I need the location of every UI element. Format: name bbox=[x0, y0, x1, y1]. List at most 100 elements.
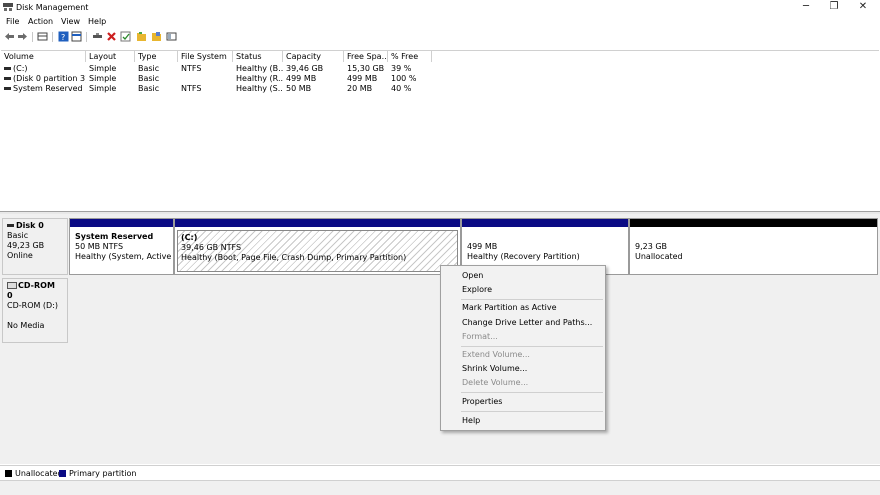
partition-title bbox=[635, 232, 872, 242]
partition-bar bbox=[630, 219, 877, 227]
type-cell: Basic bbox=[138, 84, 160, 93]
partition-body: 9,23 GB Unallocated bbox=[632, 230, 875, 272]
folder-icon[interactable] bbox=[136, 31, 147, 42]
menu-item-shrink-volume[interactable]: Shrink Volume... bbox=[442, 362, 604, 376]
column-status[interactable]: Status bbox=[233, 51, 283, 62]
volume-list-header: Volume Layout Type File System Status Ca… bbox=[1, 51, 879, 62]
partition-c[interactable]: (C:) 39,46 GB NTFS Healthy (Boot, Page F… bbox=[174, 218, 461, 275]
partition-system-reserved[interactable]: System Reserved 50 MB NTFS Healthy (Syst… bbox=[69, 218, 174, 275]
menu-item-format: Format... bbox=[462, 332, 498, 341]
column-percent-free[interactable]: % Free bbox=[388, 51, 432, 62]
menu-action[interactable]: Action bbox=[28, 17, 53, 26]
menu-item-explore[interactable]: Explore bbox=[442, 283, 604, 297]
context-menu: Open Explore Mark Partition as Active Ch… bbox=[440, 265, 606, 431]
partition-size: 9,23 GB bbox=[635, 242, 668, 251]
close-button[interactable]: ✕ bbox=[853, 1, 873, 13]
disk-type: Basic bbox=[7, 231, 29, 240]
free-space-cell: 20 MB bbox=[347, 84, 373, 93]
status-bar bbox=[0, 480, 880, 495]
capacity-cell: 50 MB bbox=[286, 84, 312, 93]
menu-separator bbox=[461, 299, 603, 300]
restore-button[interactable]: ❐ bbox=[824, 1, 844, 13]
menu-separator bbox=[461, 392, 603, 393]
legend-primary-partition: Primary partition bbox=[69, 469, 137, 478]
volume-name-cell: System Reserved bbox=[1, 83, 86, 94]
toolbar: ? bbox=[0, 29, 880, 45]
partition-bar bbox=[462, 219, 628, 227]
partition-size: 499 MB bbox=[467, 242, 498, 251]
volume-icon bbox=[4, 87, 11, 90]
column-type[interactable]: Type bbox=[135, 51, 178, 62]
menu-item-mark-active[interactable]: Mark Partition as Active bbox=[442, 301, 604, 315]
disk-name: Disk 0 bbox=[7, 221, 63, 231]
cdrom-name: CD-ROM 0 bbox=[7, 281, 55, 300]
percent-free-cell: 40 % bbox=[391, 84, 412, 93]
toolbar-separator bbox=[86, 32, 87, 42]
toolbar-separator bbox=[32, 32, 33, 42]
column-layout[interactable]: Layout bbox=[86, 51, 135, 62]
volume-name: (C:) bbox=[13, 64, 28, 73]
disk-icon bbox=[7, 224, 14, 227]
partition-title: (C:) bbox=[181, 233, 198, 242]
svg-text:?: ? bbox=[61, 33, 65, 42]
partition-status: Healthy (Boot, Page File, Crash Dump, Pr… bbox=[181, 253, 407, 262]
disk-state: Online bbox=[7, 251, 33, 260]
partition-bar bbox=[70, 219, 173, 227]
title-bar: Disk Management ─ ❐ ✕ bbox=[0, 0, 880, 15]
partition-bar bbox=[175, 219, 460, 227]
partition-title: System Reserved bbox=[75, 232, 154, 241]
partition-unallocated[interactable]: 9,23 GB Unallocated bbox=[629, 218, 878, 275]
back-arrow-icon[interactable] bbox=[4, 31, 15, 42]
partition-body: System Reserved 50 MB NTFS Healthy (Syst… bbox=[72, 230, 171, 272]
volume-icon bbox=[4, 77, 11, 80]
forward-arrow-icon[interactable] bbox=[17, 31, 28, 42]
column-free-space[interactable]: Free Spa... bbox=[344, 51, 388, 62]
disk-management-window: Disk Management ─ ❐ ✕ File Action View H… bbox=[0, 0, 880, 495]
settings-panel-icon[interactable] bbox=[166, 31, 177, 42]
cdrom-media: No Media bbox=[7, 321, 45, 330]
partition-status: Healthy (System, Active, Prir bbox=[75, 252, 171, 261]
help-icon[interactable]: ? bbox=[58, 31, 69, 42]
menu-file[interactable]: File bbox=[6, 17, 19, 26]
partition-size: 39,46 GB NTFS bbox=[181, 243, 242, 252]
menu-item-help[interactable]: Help bbox=[442, 414, 604, 428]
menu-view[interactable]: View bbox=[61, 17, 80, 26]
menu-item-open[interactable]: Open bbox=[442, 269, 604, 283]
cdrom-drive: CD-ROM (D:) bbox=[7, 301, 59, 310]
minimize-button[interactable]: ─ bbox=[796, 1, 816, 13]
partition-size: 50 MB NTFS bbox=[75, 242, 124, 251]
column-volume[interactable]: Volume bbox=[1, 51, 86, 62]
cdrom-0-label[interactable]: CD-ROM 0 CD-ROM (D:) No Media bbox=[2, 278, 68, 343]
status-cell: Healthy (S... bbox=[236, 84, 283, 93]
menu-item-change-drive-letter[interactable]: Change Drive Letter and Paths... bbox=[442, 316, 604, 330]
disk-0-label[interactable]: Disk 0 Basic 49,23 GB Online bbox=[2, 218, 68, 275]
column-file-system[interactable]: File System bbox=[178, 51, 233, 62]
layout-cell: Simple bbox=[89, 84, 117, 93]
menu-item-delete-volume: Delete Volume... bbox=[462, 378, 529, 387]
properties-icon[interactable] bbox=[71, 31, 82, 42]
disk-list-icon[interactable] bbox=[37, 31, 48, 42]
column-capacity[interactable]: Capacity bbox=[283, 51, 344, 62]
volume-row[interactable]: System Reserved Simple Basic NTFS Health… bbox=[1, 83, 879, 94]
menu-help[interactable]: Help bbox=[88, 17, 106, 26]
volume-list: Volume Layout Type File System Status Ca… bbox=[1, 50, 879, 211]
delete-icon[interactable] bbox=[106, 31, 117, 42]
unallocated-swatch bbox=[5, 470, 12, 477]
check-icon[interactable] bbox=[120, 31, 131, 42]
cd-drive-icon bbox=[7, 282, 17, 289]
menu-separator bbox=[461, 411, 603, 412]
partition-body-selected: (C:) 39,46 GB NTFS Healthy (Boot, Page F… bbox=[177, 230, 458, 272]
menu-separator bbox=[461, 346, 603, 347]
disk-size: 49,23 GB bbox=[7, 241, 45, 250]
volume-name: (Disk 0 partition 3) bbox=[13, 74, 86, 83]
folder-open-icon[interactable] bbox=[151, 31, 162, 42]
disk-management-icon bbox=[3, 3, 13, 11]
menu-item-extend-volume: Extend Volume... bbox=[462, 350, 530, 359]
menu-bar: File Action View Help bbox=[0, 15, 880, 28]
partition-status: Healthy (Recovery Partition) bbox=[467, 252, 580, 261]
volume-name: System Reserved bbox=[13, 84, 83, 93]
connect-icon[interactable] bbox=[92, 31, 103, 42]
menu-item-properties[interactable]: Properties bbox=[442, 395, 604, 409]
legend-bar: Unallocated Primary partition bbox=[0, 465, 880, 480]
